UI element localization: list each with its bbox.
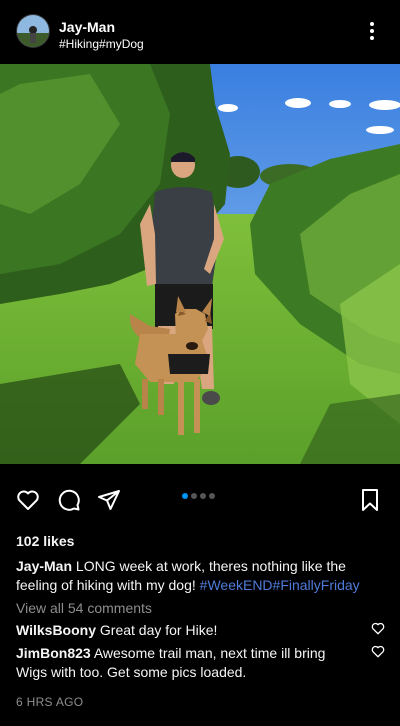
comment-like-heart-icon[interactable]	[371, 645, 385, 658]
comment-username[interactable]: WilksBoony	[16, 622, 96, 638]
post-header: Jay-Man #Hiking#myDog	[0, 0, 400, 64]
likes-count[interactable]: 102 likes	[16, 533, 74, 549]
post-caption: Jay-Man LONG week at work, theres nothin…	[16, 557, 384, 595]
comment-text: Great day for Hike!	[96, 622, 218, 638]
post-timestamp: 6 HRS AGO	[16, 695, 84, 709]
bookmark-icon[interactable]	[358, 488, 382, 512]
avatar[interactable]	[16, 14, 50, 48]
carousel-dot	[191, 493, 197, 499]
carousel-dot	[200, 493, 206, 499]
comment-icon[interactable]	[57, 488, 81, 512]
heart-icon[interactable]	[16, 488, 40, 512]
comment-item: WilksBoony Great day for Hike!	[16, 621, 346, 640]
view-all-comments-link[interactable]: View all 54 comments	[16, 600, 152, 616]
comment-like-heart-icon[interactable]	[371, 622, 385, 635]
post-username[interactable]: Jay-Man	[59, 19, 115, 35]
more-vertical-icon[interactable]	[362, 20, 382, 42]
comment-username[interactable]: JimBon823	[16, 645, 91, 661]
caption-hashtags[interactable]: #WeekEND#FinallyFriday	[200, 577, 360, 593]
carousel-dot-active	[182, 493, 188, 499]
post-photo[interactable]	[0, 64, 400, 464]
carousel-dot	[209, 493, 215, 499]
carousel-indicator	[182, 486, 218, 504]
comment-item: JimBon823 Awesome trail man, next time i…	[16, 644, 346, 682]
post-location[interactable]: #Hiking#myDog	[59, 37, 144, 51]
caption-username[interactable]: Jay-Man	[16, 558, 72, 574]
share-icon[interactable]	[97, 488, 121, 512]
